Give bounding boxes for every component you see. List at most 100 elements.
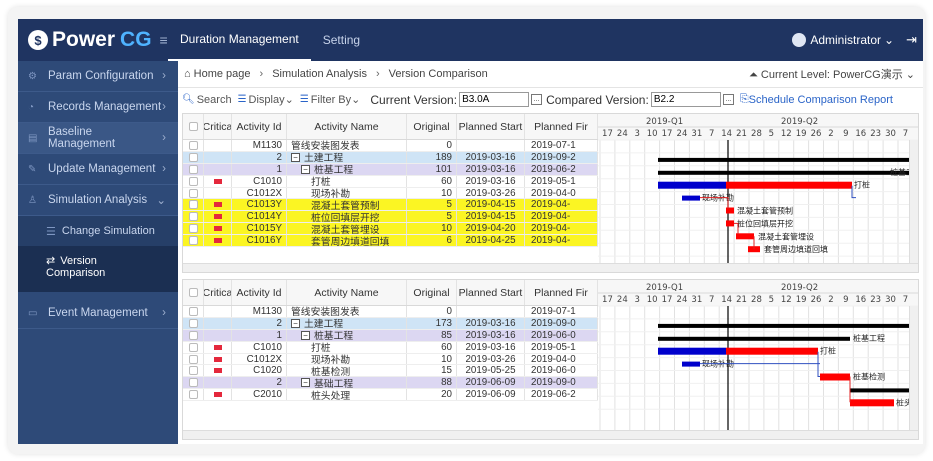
search-label: Search [196, 93, 232, 106]
horizontal-scrollbar[interactable] [183, 430, 918, 439]
row-checkbox[interactable] [183, 175, 204, 187]
gantt-day-label: 31 [691, 129, 702, 139]
table-row[interactable]: C1012X 现场补勘 10 2019-03-26 2019-04-0 [183, 353, 598, 366]
cell-planned-start: 2019-03-16 [457, 341, 525, 353]
search-button[interactable]: 🔍︎ Search [182, 94, 232, 106]
col-original[interactable]: Original [407, 280, 457, 305]
current-version-input[interactable] [459, 92, 530, 107]
compared-version-input[interactable] [650, 92, 721, 107]
sidebar-item-baseline-management[interactable]: ▤ Baseline Management › [18, 123, 178, 154]
row-checkbox[interactable] [183, 235, 204, 247]
table-row[interactable]: 2− 土建工程 173 2019-03-16 2019-09-0 [183, 317, 598, 330]
table-row[interactable]: M1130 管线安装图发表 0 2019-07-1 [183, 306, 598, 318]
current-version-picker-button[interactable]: ... [531, 94, 543, 105]
col-planned-start[interactable]: Planned Start [457, 114, 525, 139]
table-row[interactable]: C1015Y 混凝土套管埋设 10 2019-04-20 2019-04- [183, 223, 598, 236]
current-level-selector[interactable]: ⏶ Current Level: PowerCG演示 ⌄ [749, 66, 915, 82]
collapse-icon[interactable]: − [291, 318, 300, 328]
table-row[interactable]: C2010 桩头处理 20 2019-06-09 2019-06-2 [183, 389, 598, 402]
cell-planned-finish: 2019-09-2 [525, 151, 598, 163]
critical-flag-icon [213, 226, 222, 232]
row-checkbox[interactable] [183, 211, 204, 223]
col-original[interactable]: Original [407, 114, 457, 139]
row-checkbox[interactable] [183, 151, 204, 163]
gantt-day-label: 14 [721, 129, 732, 139]
breadcrumb-home[interactable]: Home page [194, 68, 251, 80]
select-all-checkbox[interactable] [183, 114, 204, 139]
collapse-icon[interactable]: − [301, 164, 310, 174]
row-checkbox[interactable] [183, 341, 204, 353]
compared-version-picker-button[interactable]: ... [722, 94, 734, 105]
table-row[interactable]: 2− 基础工程 88 2019-06-09 2019-09-0 [183, 377, 598, 390]
table-row[interactable]: C1013Y 混凝土套管预制 5 2019-04-15 2019-04- [183, 199, 598, 212]
col-activity-id[interactable]: Activity Id [232, 114, 287, 139]
row-checkbox[interactable] [183, 329, 204, 341]
hamburger-icon[interactable]: ≡ [160, 32, 168, 48]
col-activity-name[interactable]: Activity Name [287, 280, 407, 305]
display-dropdown[interactable]: ☰ Display ⌄ [238, 93, 294, 107]
col-activity-id[interactable]: Activity Id [232, 280, 287, 305]
gantt-summary-bar [658, 336, 850, 341]
baseline-icon: ▤ [28, 132, 38, 144]
row-checkbox[interactable] [183, 140, 204, 151]
row-checkbox[interactable] [183, 163, 204, 175]
sidebar-item-param-configuration[interactable]: ⚙ Param Configuration › [18, 61, 178, 92]
sidebar-item-records-management[interactable]: ◔ Records Management › [18, 92, 178, 123]
sidebar-subitem-version-comparison[interactable]: ⇄ Version Comparison [18, 246, 178, 292]
table-row[interactable]: 1− 桩基工程 101 2019-03-16 2019-06-2 [183, 163, 598, 176]
table-row[interactable]: M1130 管线安装图发表 0 2019-07-1 [183, 140, 598, 152]
gantt-activity-bar [726, 207, 734, 214]
gantt-day-label: 17 [662, 129, 673, 139]
row-checkbox[interactable] [183, 377, 204, 389]
row-checkbox[interactable] [183, 187, 204, 199]
gantt-baseline-bar [682, 195, 700, 201]
table-row[interactable]: C1012X 现场补勘 10 2019-03-26 2019-04-0 [183, 187, 598, 200]
tab-setting[interactable]: Setting [311, 19, 372, 61]
vertical-scrollbar[interactable] [909, 306, 918, 430]
col-planned-finish[interactable]: Planned Fir [525, 114, 598, 139]
sidebar-subitem-change-simulation[interactable]: ☰ Change Simulation [18, 216, 178, 246]
vertical-scrollbar[interactable] [909, 140, 918, 263]
row-checkbox[interactable] [183, 199, 204, 211]
collapse-icon[interactable]: − [291, 152, 300, 162]
current-version-pane: Critica Activity Id Activity Name Origin… [182, 113, 919, 273]
row-checkbox[interactable] [183, 306, 204, 317]
sidebar-item-simulation-analysis[interactable]: ♙ Simulation Analysis ⌄ [18, 185, 178, 216]
logo-icon: $ [28, 30, 48, 50]
table-row[interactable]: C1010 打桩 60 2019-03-16 2019-05-1 [183, 175, 598, 188]
logout-icon[interactable]: ⇥ [906, 32, 917, 48]
table-row[interactable]: 1− 桩基工程 85 2019-03-16 2019-06-0 [183, 329, 598, 342]
cell-activity-name: − 桩基工程 [287, 329, 407, 341]
cell-planned-finish: 2019-09-0 [525, 377, 598, 389]
row-checkbox[interactable] [183, 353, 204, 365]
col-critical[interactable]: Critica [204, 280, 232, 305]
table-row[interactable]: C1010 打桩 60 2019-03-16 2019-05-1 [183, 341, 598, 354]
table-row[interactable]: 2− 土建工程 189 2019-03-16 2019-09-2 [183, 151, 598, 164]
user-menu[interactable]: Administrator ⌄ ⇥ [792, 32, 923, 48]
horizontal-scrollbar[interactable] [183, 263, 918, 272]
row-checkbox[interactable] [183, 389, 204, 401]
row-checkbox[interactable] [183, 223, 204, 235]
breadcrumb-simulation-analysis[interactable]: Simulation Analysis [272, 68, 367, 80]
select-all-checkbox[interactable] [183, 280, 204, 305]
table-row[interactable]: C1014Y 桩位回填层开挖 5 2019-04-15 2019-04- [183, 211, 598, 224]
row-checkbox[interactable] [183, 365, 204, 377]
sidebar-item-event-management[interactable]: ▭ Event Management › [18, 298, 178, 329]
filter-dropdown[interactable]: ☰ Filter By ⌄ [300, 93, 361, 107]
cell-planned-finish: 2019-04- [525, 199, 598, 211]
home-icon[interactable]: ⌂ [184, 68, 191, 80]
table-row[interactable]: C1020 桩基检测 15 2019-05-25 2019-06-0 [183, 365, 598, 378]
row-checkbox[interactable] [183, 317, 204, 329]
schedule-comparison-report-link[interactable]: ⎘ Schedule Comparison Report [740, 93, 893, 106]
table-row[interactable]: C1016Y 套管周边填道回填 6 2019-04-25 2019-04- [183, 235, 598, 248]
col-planned-finish[interactable]: Planned Fir [525, 280, 598, 305]
cell-original: 10 [407, 187, 457, 199]
collapse-icon[interactable]: − [301, 378, 310, 388]
col-planned-start[interactable]: Planned Start [457, 280, 525, 305]
tab-duration-management[interactable]: Duration Management [168, 19, 311, 61]
col-activity-name[interactable]: Activity Name [287, 114, 407, 139]
collapse-icon[interactable]: − [301, 330, 310, 340]
app-logo[interactable]: $ Power CG ≡ [18, 28, 168, 52]
col-critical[interactable]: Critica [204, 114, 232, 139]
sidebar-item-update-management[interactable]: ✎ Update Management › [18, 154, 178, 185]
